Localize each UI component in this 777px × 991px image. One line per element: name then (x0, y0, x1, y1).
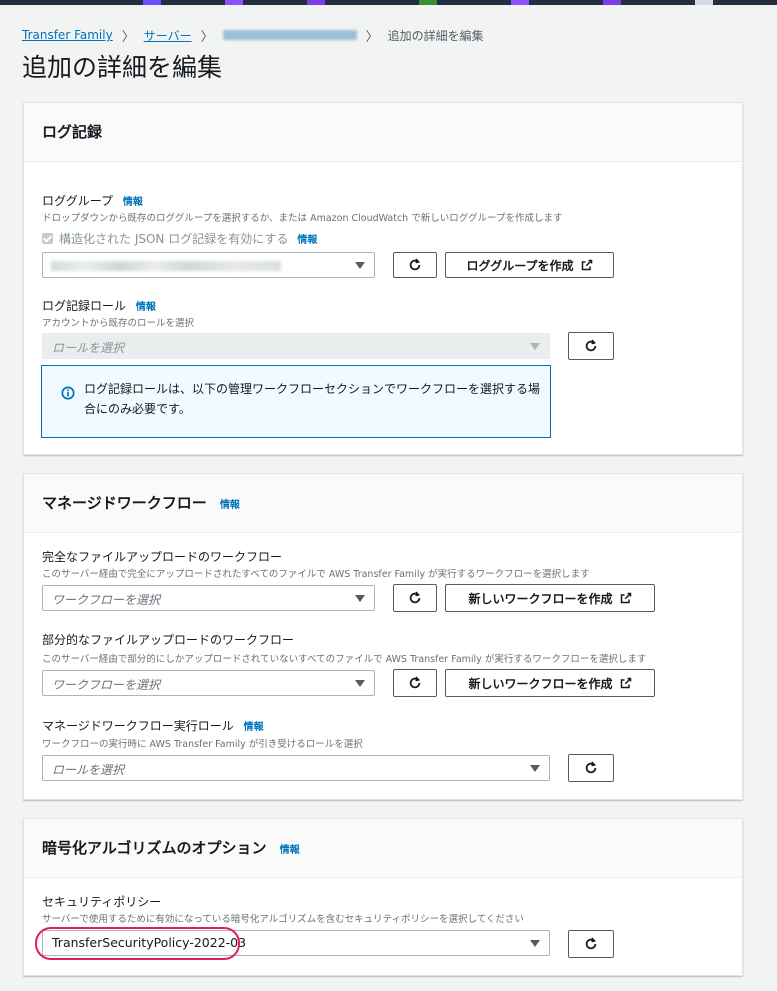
partial-upload-workflow-label: 部分的なファイルアップロードのワークフロー (42, 633, 295, 647)
service-icon[interactable] (419, 0, 437, 5)
logging-role-placeholder: ロールを選択 (52, 341, 125, 355)
breadcrumb-transfer-family[interactable]: Transfer Family (22, 28, 113, 42)
refresh-icon (585, 937, 597, 950)
logging-card-title: ログ記録 (42, 123, 103, 141)
create-complete-workflow-label: 新しいワークフローを作成 (468, 591, 613, 606)
encryption-options-title: 暗号化アルゴリズムのオプション 情報 (42, 837, 300, 858)
structured-json-logging-checkbox[interactable]: 構造化された JSON ログ記録を有効にする 情報 (42, 230, 317, 247)
external-link-icon (620, 677, 631, 689)
service-icon[interactable] (307, 0, 325, 5)
security-policy-label: セキュリティポリシー (42, 895, 162, 909)
structured-json-logging-label: 構造化された JSON ログ記録を有効にする (59, 232, 289, 246)
logging-card: ログ記録 ロググループ 情報 ドロップダウンから既存のロググループを選択するか、… (23, 102, 743, 455)
caret-down-icon (530, 765, 540, 772)
logging-role-info-alert: ログ記録ロールは、以下の管理ワークフローセクションでワークフローを選択する場合に… (41, 365, 551, 438)
create-log-group-label: ロググループを作成 (466, 258, 574, 273)
logging-role-select[interactable]: ロールを選択 (42, 333, 550, 359)
logging-role-label: ログ記録ロール 情報 (42, 297, 156, 314)
checkbox-checked-icon[interactable] (42, 233, 53, 244)
caret-down-icon (530, 940, 540, 947)
breadcrumb: Transfer Family 〉 サーバー 〉 〉 追加の詳細を編集 (22, 26, 484, 45)
managed-workflows-card-header: マネージドワークフロー 情報 (24, 474, 742, 533)
security-policy-select[interactable]: TransferSecurityPolicy-2022-03 (42, 930, 550, 956)
chevron-right-icon: 〉 (365, 29, 379, 45)
workflow-execution-role-description: ワークフローの実行時に AWS Transfer Family が引き受けるロー… (42, 739, 363, 750)
caret-down-icon (355, 262, 365, 269)
refresh-icon (585, 339, 597, 352)
create-partial-workflow-label: 新しいワークフローを作成 (468, 676, 613, 691)
logging-role-alert-text: ログ記録ロールは、以下の管理ワークフローセクションでワークフローを選択する場合に… (84, 382, 541, 416)
breadcrumb-server-id-redacted[interactable] (222, 30, 357, 40)
caret-down-icon (355, 680, 365, 687)
log-group-label-text: ロググループ (42, 194, 114, 208)
security-policy-description: サーバーで使用するために有効になっている暗号化アルゴリズムを含むセキュリティポリ… (42, 914, 524, 925)
chevron-right-icon: 〉 (121, 29, 135, 45)
refresh-icon (409, 591, 421, 604)
service-icon[interactable] (143, 0, 161, 5)
encryption-options-info-link[interactable]: 情報 (280, 845, 300, 856)
service-icon[interactable] (695, 0, 713, 5)
caret-down-icon (530, 343, 540, 350)
create-complete-workflow-button[interactable]: 新しいワークフローを作成 (445, 584, 655, 612)
log-group-label: ロググループ 情報 (42, 192, 143, 209)
breadcrumb-servers[interactable]: サーバー (144, 27, 192, 44)
top-navigation-strip (0, 0, 777, 5)
caret-down-icon (355, 595, 365, 602)
partial-upload-workflow-select[interactable]: ワークフローを選択 (42, 670, 375, 696)
logging-card-header: ログ記録 (24, 103, 742, 162)
log-group-refresh-button[interactable] (393, 252, 437, 278)
service-icon[interactable] (225, 0, 243, 5)
chevron-right-icon: 〉 (200, 29, 214, 45)
workflow-execution-role-placeholder: ロールを選択 (52, 763, 125, 777)
managed-workflows-info-link[interactable]: 情報 (220, 500, 240, 511)
logging-role-refresh-button[interactable] (568, 332, 614, 360)
security-policy-refresh-button[interactable] (568, 930, 614, 958)
page-title: 追加の詳細を編集 (22, 53, 223, 82)
logging-role-info-link[interactable]: 情報 (136, 302, 156, 313)
logging-role-description: アカウントから既存のロールを選択 (42, 318, 195, 329)
log-group-description: ドロップダウンから既存のロググループを選択するか、または Amazon Clou… (42, 213, 563, 224)
managed-workflows-title: マネージドワークフロー 情報 (42, 492, 240, 513)
security-policy-value: TransferSecurityPolicy-2022-03 (52, 935, 247, 950)
workflow-execution-role-select[interactable]: ロールを選択 (42, 755, 550, 781)
encryption-options-card-header: 暗号化アルゴリズムのオプション 情報 (24, 819, 742, 878)
logging-role-label-text: ログ記録ロール (42, 299, 127, 313)
log-group-select[interactable] (42, 252, 375, 278)
structured-json-info-link[interactable]: 情報 (297, 231, 317, 246)
external-link-icon (620, 592, 631, 604)
breadcrumb-current: 追加の詳細を編集 (387, 28, 484, 43)
workflow-execution-role-label: マネージドワークフロー実行ロール 情報 (42, 717, 264, 734)
service-icon[interactable] (603, 0, 621, 5)
complete-upload-workflow-select[interactable]: ワークフローを選択 (42, 585, 375, 611)
refresh-icon (585, 761, 597, 774)
workflow-execution-role-refresh-button[interactable] (568, 754, 614, 782)
complete-upload-workflow-label: 完全なファイルアップロードのワークフロー (42, 550, 283, 564)
log-group-info-link[interactable]: 情報 (123, 197, 143, 208)
create-partial-workflow-button[interactable]: 新しいワークフローを作成 (445, 669, 655, 697)
log-group-value-redacted (51, 261, 281, 271)
service-icon[interactable] (511, 0, 529, 5)
partial-upload-workflow-refresh-button[interactable] (393, 669, 437, 697)
partial-upload-workflow-description: このサーバー経由で部分的にしかアップロードされていないすべてのファイルで AWS… (42, 654, 647, 665)
external-link-icon (581, 259, 592, 271)
complete-upload-workflow-description: このサーバー経由で完全にアップロードされたすべてのファイルで AWS Trans… (42, 569, 590, 580)
partial-upload-workflow-placeholder: ワークフローを選択 (52, 678, 161, 692)
managed-workflows-card: マネージドワークフロー 情報 完全なファイルアップロードのワークフロー このサー… (23, 473, 743, 800)
refresh-icon (409, 258, 421, 271)
create-log-group-button[interactable]: ロググループを作成 (445, 252, 614, 278)
encryption-options-card: 暗号化アルゴリズムのオプション 情報 セキュリティポリシー サーバーで使用するた… (23, 818, 743, 976)
complete-upload-workflow-refresh-button[interactable] (393, 584, 437, 612)
managed-workflows-title-text: マネージドワークフロー (42, 494, 207, 512)
encryption-options-title-text: 暗号化アルゴリズムのオプション (42, 839, 267, 857)
complete-upload-workflow-placeholder: ワークフローを選択 (52, 593, 161, 607)
workflow-execution-role-info-link[interactable]: 情報 (244, 722, 264, 733)
info-circle-icon (61, 386, 75, 400)
workflow-execution-role-label-text: マネージドワークフロー実行ロール (42, 719, 234, 733)
refresh-icon (409, 676, 421, 689)
